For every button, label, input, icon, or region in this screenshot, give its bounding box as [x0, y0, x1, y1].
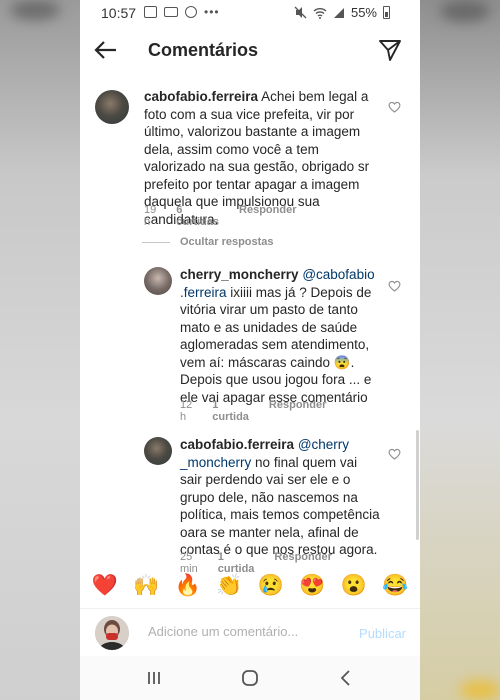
- signal-icon: [333, 7, 344, 18]
- reply-likes[interactable]: 1 curtida: [212, 399, 249, 423]
- background-left: [0, 0, 80, 700]
- more-notifications-icon: •••: [204, 5, 220, 19]
- comment-time: 19 h: [144, 204, 157, 228]
- comment-input-row: Publicar: [80, 608, 420, 656]
- gallery-icon: [144, 6, 157, 18]
- back-icon[interactable]: [336, 668, 356, 688]
- avatar[interactable]: [144, 437, 172, 465]
- clapping-emoji-button[interactable]: 👏: [214, 574, 244, 598]
- header: Comentários: [80, 26, 420, 76]
- emoji-bar: ❤️ 🙌 🔥 👏 😢 😍 😮 😂: [80, 565, 420, 607]
- comment-meta: 19 h 6 curtidas Responder: [144, 204, 317, 228]
- reply-button[interactable]: Responder: [269, 399, 326, 423]
- hide-replies[interactable]: Ocultar respostas: [142, 236, 274, 248]
- comment-username[interactable]: cabofabio.ferreira: [144, 89, 258, 104]
- scrollbar[interactable]: [416, 430, 419, 540]
- heart-outline-icon[interactable]: [388, 101, 401, 113]
- mute-icon: [294, 6, 307, 19]
- fire-emoji-button[interactable]: 🔥: [173, 574, 203, 598]
- phone-screen: 10:57 ••• 55% Comentários cabofabio.ferr…: [80, 0, 420, 700]
- navigation-bar: [80, 656, 420, 700]
- heart-outline-icon[interactable]: [388, 448, 401, 460]
- status-time: 10:57: [101, 5, 137, 21]
- avatar: [95, 616, 129, 650]
- home-icon[interactable]: [240, 668, 260, 688]
- surprised-emoji-button[interactable]: 😮: [339, 574, 369, 598]
- avatar-image: [95, 616, 129, 650]
- laughing-emoji-button[interactable]: 😂: [380, 574, 410, 598]
- status-right: 55%: [294, 5, 390, 20]
- heart-eyes-emoji-button[interactable]: 😍: [297, 574, 327, 598]
- battery-icon: [383, 6, 390, 19]
- chrome-icon: [185, 6, 197, 18]
- divider: [142, 241, 170, 243]
- comment-input[interactable]: [148, 624, 348, 639]
- crying-emoji-button[interactable]: 😢: [256, 574, 286, 598]
- avatar[interactable]: [95, 90, 129, 124]
- heart-emoji-button[interactable]: ❤️: [90, 574, 120, 598]
- reply-username[interactable]: cabofabio.ferreira: [180, 437, 294, 452]
- raising-hands-emoji-button[interactable]: 🙌: [131, 574, 161, 598]
- reply-text-block: cherry_moncherry @cabofabio .ferreira ix…: [180, 266, 380, 406]
- screen-icon: [164, 7, 178, 17]
- status-bar: 10:57 ••• 55%: [80, 0, 420, 26]
- notification-icons: •••: [144, 6, 220, 18]
- reply-username[interactable]: cherry_moncherry: [180, 267, 299, 282]
- reply-text-block: cabofabio.ferreira @cherry _moncherry no…: [180, 436, 380, 559]
- reply-button[interactable]: Responder: [239, 204, 296, 228]
- publish-button[interactable]: Publicar: [359, 626, 406, 641]
- recent-apps-icon[interactable]: [144, 668, 164, 688]
- reply-time: 12 h: [180, 399, 193, 423]
- send-icon[interactable]: [378, 38, 402, 62]
- wifi-icon: [313, 7, 327, 19]
- heart-outline-icon[interactable]: [388, 280, 401, 292]
- avatar[interactable]: [144, 267, 172, 295]
- back-arrow-icon[interactable]: [92, 36, 120, 64]
- battery-percent: 55%: [350, 5, 377, 20]
- hide-replies-label[interactable]: Ocultar respostas: [180, 236, 274, 248]
- page-title: Comentários: [148, 40, 259, 60]
- reply-meta: 12 h 1 curtida Responder: [180, 399, 346, 423]
- comment-likes[interactable]: 6 curtidas: [176, 204, 219, 228]
- background-right: [420, 0, 500, 700]
- reply-text: ixiiii mas já ? Depois de vitória virar …: [180, 284, 372, 405]
